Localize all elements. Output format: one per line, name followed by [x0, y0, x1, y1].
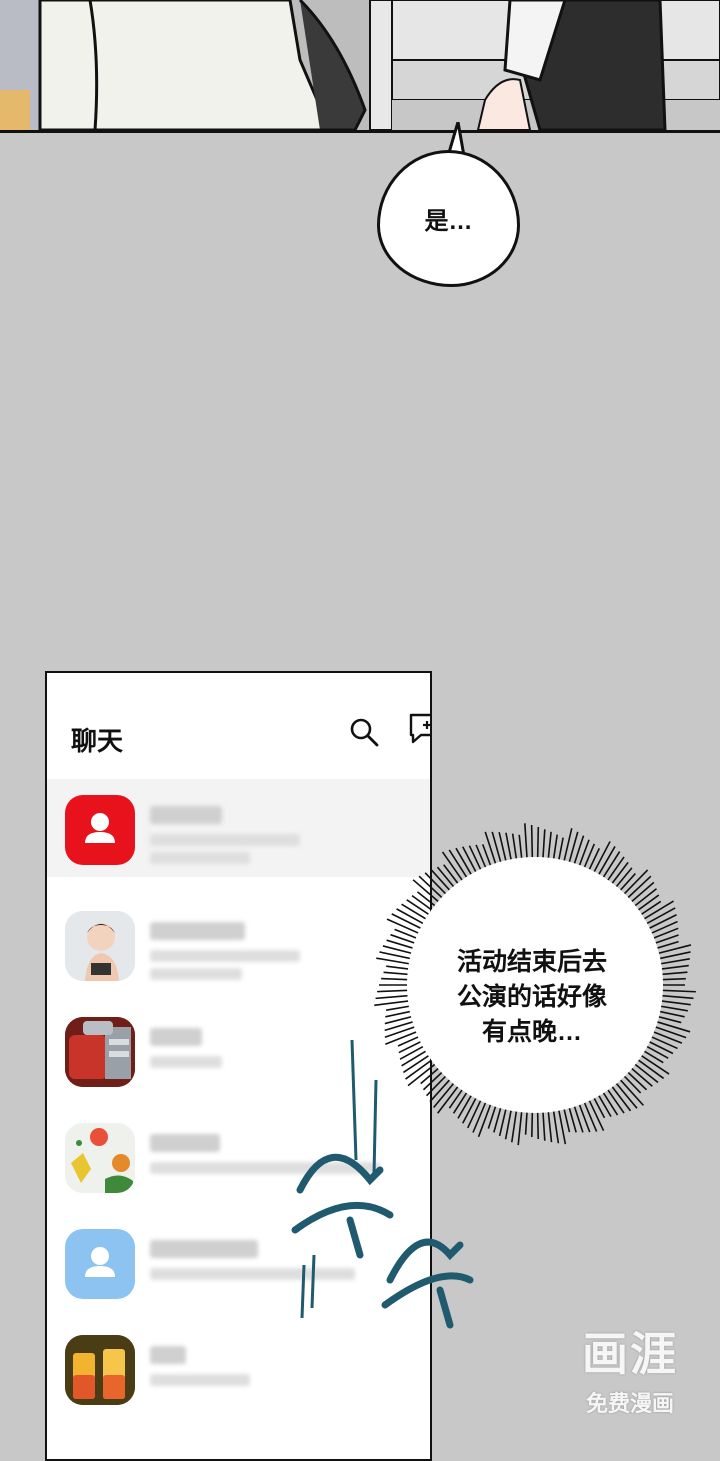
- watermark-logo: 画涯: [582, 1328, 678, 1380]
- top-comic-panel: [0, 0, 720, 133]
- avatar: [65, 911, 135, 981]
- redacted-message-preview: [150, 1374, 250, 1386]
- red-machine-photo-icon: [65, 1017, 135, 1087]
- thought-text: 活动结束后去 公演的话好像 有点晚…: [420, 945, 644, 1050]
- redacted-message-preview: [150, 852, 250, 864]
- redacted-message-preview: [150, 950, 300, 962]
- thought-text-line: 公演的话好像: [456, 983, 607, 1011]
- thought-text-line: 活动结束后去: [456, 948, 607, 976]
- redacted-message-preview: [150, 834, 300, 846]
- chat-screen-title: 聊天: [71, 726, 124, 756]
- avatar: [65, 795, 135, 865]
- redacted-chat-name: [150, 922, 245, 940]
- avatar: [65, 1017, 135, 1087]
- speech-bubble: 是…: [377, 150, 520, 287]
- redacted-chat-name: [150, 1134, 220, 1152]
- robot-figure-photo-icon: [65, 911, 135, 981]
- avatar: [65, 1123, 135, 1193]
- person-icon: [85, 813, 115, 843]
- redacted-chat-name: [150, 1346, 186, 1364]
- redacted-chat-name: [150, 1028, 202, 1046]
- redacted-message-preview: [150, 1056, 222, 1068]
- redacted-chat-name: [150, 1240, 258, 1258]
- watermark-subtitle: 免费漫画: [585, 1391, 674, 1416]
- redacted-chat-name: [150, 806, 222, 824]
- speech-bubble-text: 是…: [424, 208, 473, 235]
- office-scene-illustration: [0, 0, 720, 130]
- sound-effect-strokes: [291, 1040, 474, 1329]
- toys-photo-icon: [65, 1123, 135, 1193]
- avatar: [65, 1335, 135, 1405]
- new-chat-icon[interactable]: [407, 713, 432, 745]
- person-icon: [85, 1247, 115, 1277]
- avatar: [65, 1229, 135, 1299]
- search-icon[interactable]: [349, 717, 379, 747]
- watermark: 画涯 免费漫画: [565, 1318, 695, 1418]
- drinks-photo-icon: [65, 1335, 135, 1405]
- redacted-message-preview: [150, 968, 242, 980]
